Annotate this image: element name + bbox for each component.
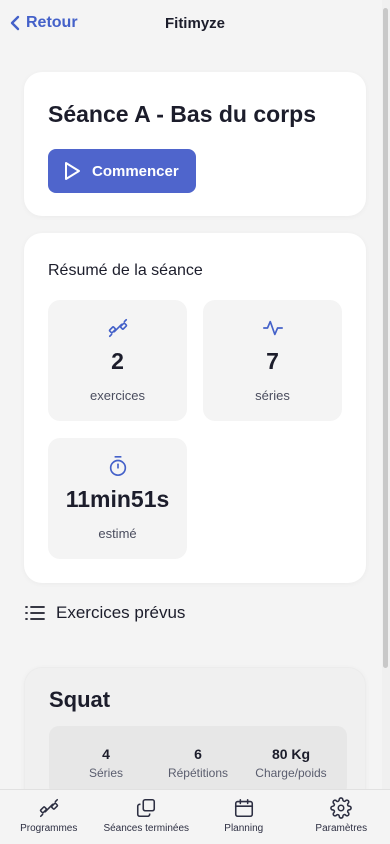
play-icon [65,162,80,180]
start-button-label: Commencer [92,162,179,180]
stat-exercises-value: 2 [111,348,124,374]
app-root: Retour Fitimyze Séance A - Bas du corps … [0,0,390,844]
top-bar: Retour Fitimyze [0,0,390,50]
dumbbell-icon [39,798,58,818]
exercise-name: Squat [49,687,111,712]
nav-programmes[interactable]: Programmes [0,790,98,844]
exercise-sets-value: 4 [102,746,110,762]
exercise-load-value: 80 Kg [271,746,311,762]
exercise-reps-value: 6 [194,746,202,762]
exercise-stats: 4 Séries 6 Répétitions 80 Kg Charge/poid… [49,726,347,796]
activity-icon [203,317,342,339]
app-title: Fitimyze [164,15,225,32]
nav-planning-label: Planning [224,823,264,834]
exercises-heading: Exercices prévus [24,603,185,623]
list-icon [25,606,45,620]
stat-series-value: 7 [266,348,279,374]
stat-duration: 11min51s estimé [48,438,187,559]
exercises-heading-label: Exercices prévus [56,603,186,622]
start-button[interactable]: Commencer [48,149,196,193]
stat-exercises-label: exercices [90,388,145,403]
exercise-load: 80 Kg Charge/poids [241,746,341,780]
exercise-reps-label: Répétitions [167,766,229,780]
timer-icon [48,455,187,477]
nav-programmes-label: Programmes [20,823,78,834]
stat-series: 7 séries [203,300,342,421]
scrollbar[interactable] [382,0,390,790]
copy-icon [137,798,156,818]
exercise-load-label: Charge/poids [255,766,327,780]
stat-duration-label: estimé [98,526,137,541]
nav-completed-sessions[interactable]: Séances terminées [98,790,196,844]
scrollbar-thumb[interactable] [383,8,388,668]
dumbbell-icon [48,317,187,339]
session-title: Séance A - Bas du corps [48,101,316,127]
exercise-reps: 6 Répétitions [148,746,248,780]
nav-completed-sessions-label: Séances terminées [103,823,190,834]
stat-duration-value: 11min51s [65,486,170,512]
stat-series-label: séries [255,388,290,403]
summary-card: Résumé de la séance 2 exercices 7 séries… [24,233,366,583]
bottom-nav: Programmes Séances terminées Planning Pa… [0,789,390,844]
exercise-sets: 4 Séries [56,746,156,780]
nav-settings-label: Paramètres [315,823,368,834]
session-card: Séance A - Bas du corps Commencer [24,72,366,216]
stat-exercises: 2 exercices [48,300,187,421]
summary-title: Résumé de la séance [48,262,203,279]
gear-icon [330,797,353,819]
nav-settings[interactable]: Paramètres [293,790,390,844]
calendar-icon [234,798,253,818]
exercise-sets-label: Séries [88,766,123,780]
nav-planning[interactable]: Planning [195,790,293,844]
